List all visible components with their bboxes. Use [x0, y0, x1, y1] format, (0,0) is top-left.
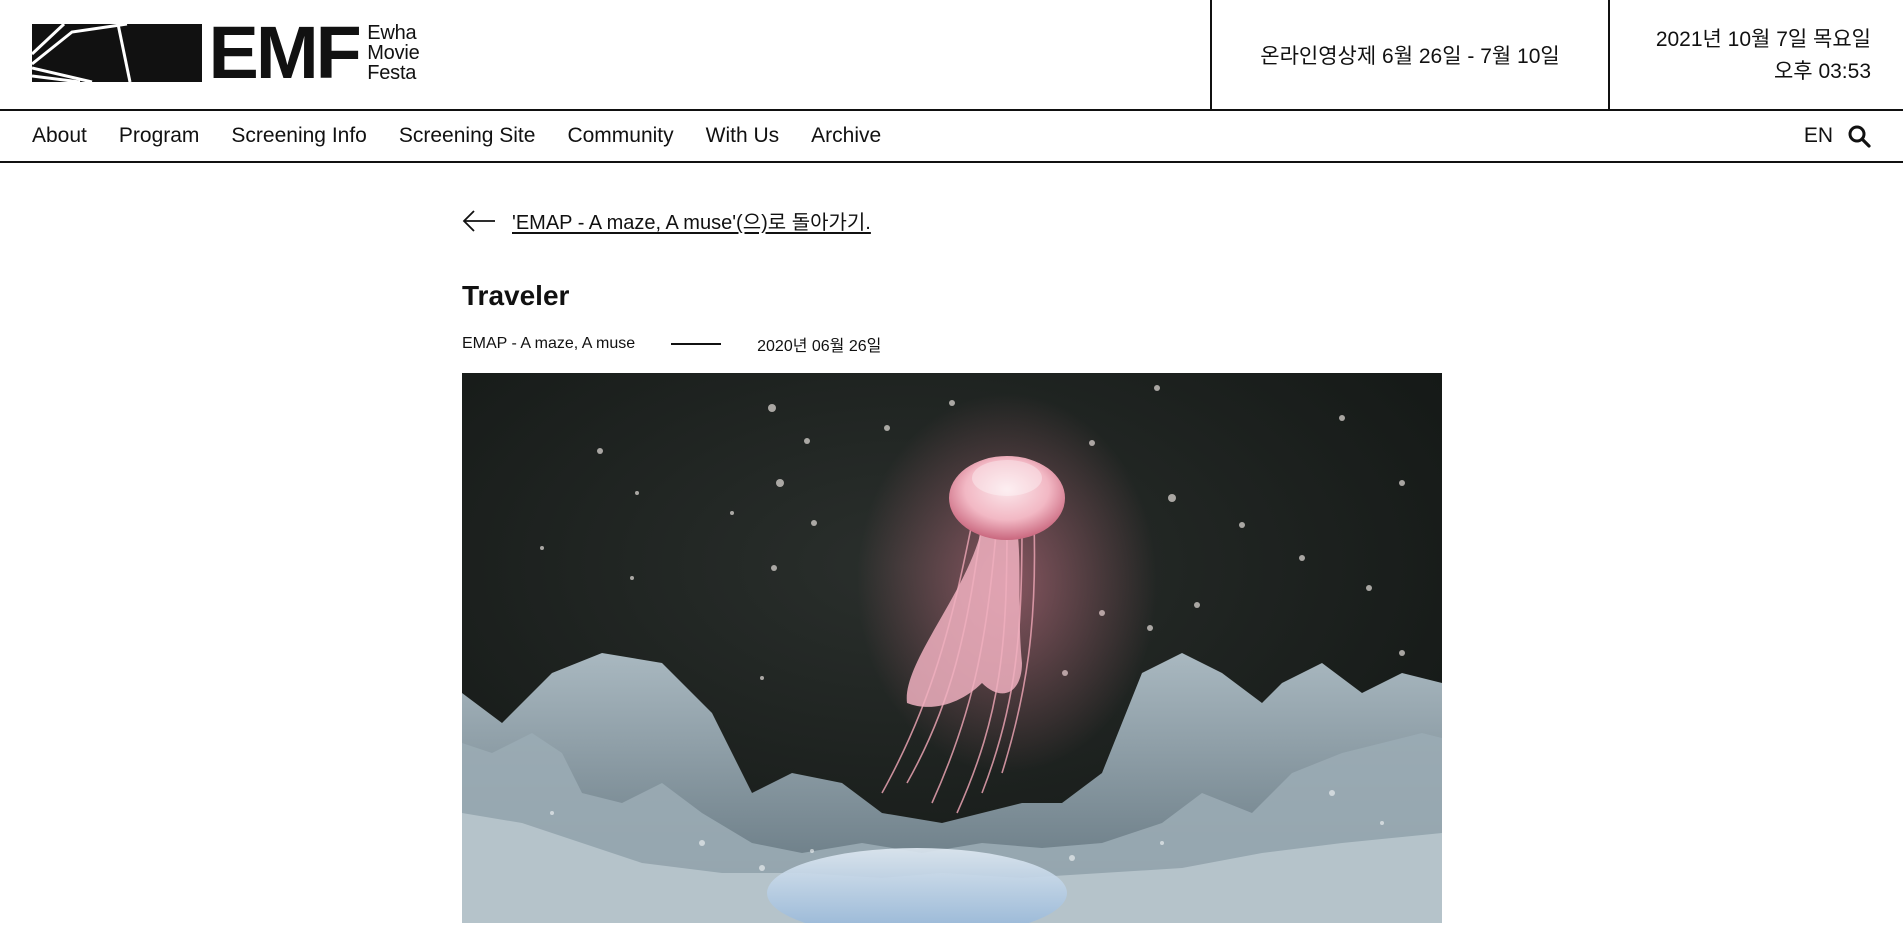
back-link-label: 'EMAP - A maze, A muse'(으)로 돌아가기. [512, 212, 871, 234]
nav-item-screening-info[interactable]: Screening Info [231, 124, 366, 148]
clock-date: 2021년 10월 7일 목요일 [1655, 28, 1871, 51]
jellyfish-scene-image [462, 373, 1442, 923]
site-header: EMF Ewha Movie Festa 온라인영상제 6월 26일 - 7월 … [0, 0, 1903, 111]
post-image [462, 373, 1442, 923]
current-datetime: 2021년 10월 7일 목요일 오후 03:53 [1656, 24, 1871, 88]
logo-sub-festa: Festa [367, 62, 417, 84]
back-to-category-link[interactable]: 'EMAP - A maze, A muse'(으)로 돌아가기. [462, 206, 871, 235]
nav-item-with-us[interactable]: With Us [706, 124, 780, 148]
festival-dates: 온라인영상제 6월 26일 - 7월 10일 [1210, 0, 1610, 109]
site-logo[interactable]: EMF Ewha Movie Festa [32, 11, 420, 94]
logo-subtitle: Ewha Movie Festa [367, 22, 420, 84]
logo-sub-movie: Movie [367, 42, 420, 64]
nav-item-community[interactable]: Community [567, 124, 673, 148]
arrow-left-icon [462, 209, 495, 232]
nav-item-program[interactable]: Program [119, 124, 200, 148]
logo-sub-ewha: Ewha [367, 22, 417, 44]
meta-divider [671, 343, 722, 345]
nav-tools: EN [1804, 111, 1871, 161]
post-category[interactable]: EMAP - A maze, A muse [462, 335, 635, 353]
clock-time: 오후 03:53 [1773, 60, 1871, 83]
post-meta: EMAP - A maze, A muse 2020년 06월 26일 [462, 332, 881, 356]
nav-menu: About Program Screening Info Screening S… [32, 111, 913, 161]
nav-item-screening-site[interactable]: Screening Site [399, 124, 536, 148]
post-title: Traveler [462, 280, 570, 311]
language-toggle[interactable]: EN [1804, 124, 1833, 148]
main-nav: About Program Screening Info Screening S… [0, 111, 1903, 163]
nav-item-archive[interactable]: Archive [811, 124, 881, 148]
logo-mark-icon [32, 24, 202, 82]
search-icon[interactable] [1847, 124, 1871, 148]
post-date: 2020년 06월 26일 [757, 338, 882, 355]
nav-item-about[interactable]: About [32, 124, 87, 148]
logo-letters: EMF [208, 11, 362, 94]
